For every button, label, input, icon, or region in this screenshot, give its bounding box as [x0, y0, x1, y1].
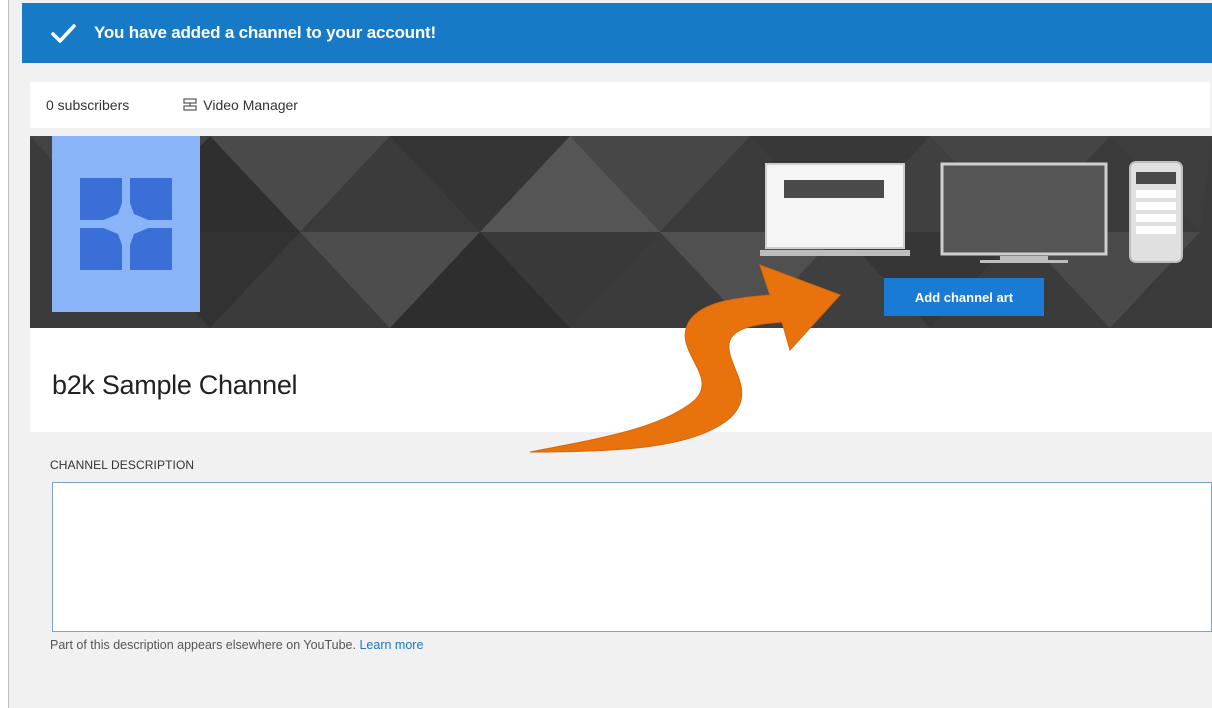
- channel-description-input[interactable]: [52, 482, 1212, 632]
- orange-arrow-annotation: [529, 264, 841, 453]
- video-manager-label: Video Manager: [203, 97, 298, 113]
- help-text: Part of this description appears elsewhe…: [50, 638, 356, 652]
- channel-avatar[interactable]: [52, 136, 200, 312]
- channel-logo-icon: [80, 178, 172, 270]
- success-notice: You have added a channel to your account…: [22, 3, 1212, 63]
- description-help-text: Part of this description appears elsewhe…: [50, 638, 423, 652]
- channel-name[interactable]: b2k Sample Channel: [52, 370, 298, 401]
- channel-meta-bar: 0 subscribers Video Manager: [30, 82, 1210, 128]
- tv-preview-icon: [940, 162, 1108, 263]
- add-channel-art-button[interactable]: Add channel art: [884, 278, 1044, 316]
- learn-more-link[interactable]: Learn more: [359, 638, 423, 652]
- channel-description-label: CHANNEL DESCRIPTION: [50, 458, 195, 472]
- notice-message: You have added a channel to your account…: [94, 23, 436, 42]
- video-manager-link[interactable]: Video Manager: [183, 97, 298, 113]
- video-manager-icon: [183, 98, 197, 111]
- subscriber-count: 0 subscribers: [46, 97, 130, 113]
- phone-preview-icon: [1129, 161, 1183, 263]
- check-icon: [51, 24, 76, 43]
